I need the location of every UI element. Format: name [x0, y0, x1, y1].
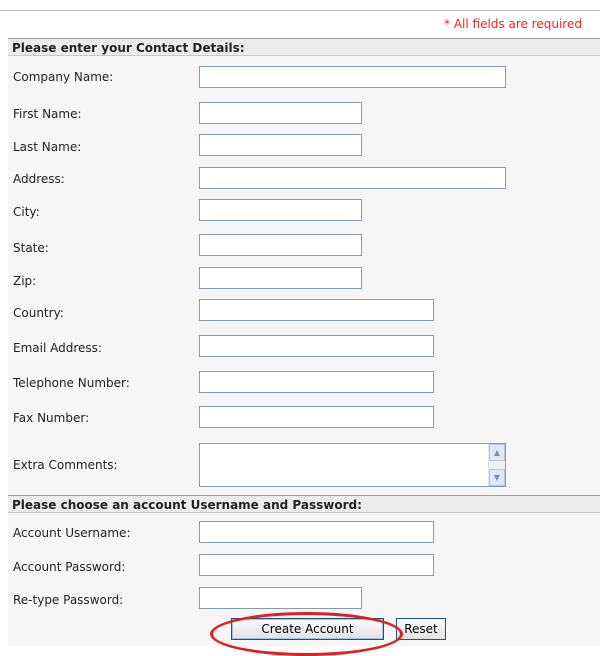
account-username-input[interactable]: [199, 521, 434, 543]
account-password-label: Account Password:: [13, 560, 126, 574]
account-username-label: Account Username:: [13, 526, 131, 540]
company-name-input[interactable]: [199, 66, 506, 88]
extra-comments-box: ▲ ▼: [199, 443, 506, 487]
telephone-number-input[interactable]: [199, 371, 434, 393]
address-label: Address:: [13, 172, 65, 186]
required-fields-note: * All fields are required: [444, 17, 582, 31]
scroll-up-arrow-icon[interactable]: ▲: [489, 444, 505, 461]
state-label: State:: [13, 241, 49, 255]
first-name-label: First Name:: [13, 107, 82, 121]
email-address-label: Email Address:: [13, 341, 102, 355]
retype-password-input[interactable]: [199, 587, 362, 609]
comments-scrollbar[interactable]: ▲ ▼: [488, 444, 505, 486]
fax-number-label: Fax Number:: [13, 411, 90, 425]
top-divider: [0, 0, 600, 11]
country-input[interactable]: [199, 299, 434, 321]
reset-button[interactable]: Reset: [396, 618, 446, 640]
state-input[interactable]: [199, 234, 362, 256]
extra-comments-textarea[interactable]: [200, 444, 487, 486]
address-input[interactable]: [199, 167, 506, 189]
first-name-input[interactable]: [199, 102, 362, 124]
company-name-label: Company Name:: [13, 70, 114, 84]
fax-number-input[interactable]: [199, 406, 434, 428]
email-address-input[interactable]: [199, 335, 434, 357]
retype-password-label: Re-type Password:: [13, 593, 124, 607]
account-details-header: Please choose an account Username and Pa…: [8, 495, 600, 513]
country-label: Country:: [13, 306, 64, 320]
city-input[interactable]: [199, 199, 362, 221]
extra-comments-label: Extra Comments:: [13, 458, 118, 472]
account-password-input[interactable]: [199, 554, 434, 576]
create-account-button[interactable]: Create Account: [231, 618, 384, 640]
last-name-input[interactable]: [199, 134, 362, 156]
city-label: City:: [13, 205, 40, 219]
zip-input[interactable]: [199, 267, 362, 289]
telephone-number-label: Telephone Number:: [13, 376, 130, 390]
zip-label: Zip:: [13, 274, 37, 288]
last-name-label: Last Name:: [13, 140, 82, 154]
scroll-down-arrow-icon[interactable]: ▼: [489, 469, 505, 486]
contact-details-header: Please enter your Contact Details:: [8, 38, 600, 56]
